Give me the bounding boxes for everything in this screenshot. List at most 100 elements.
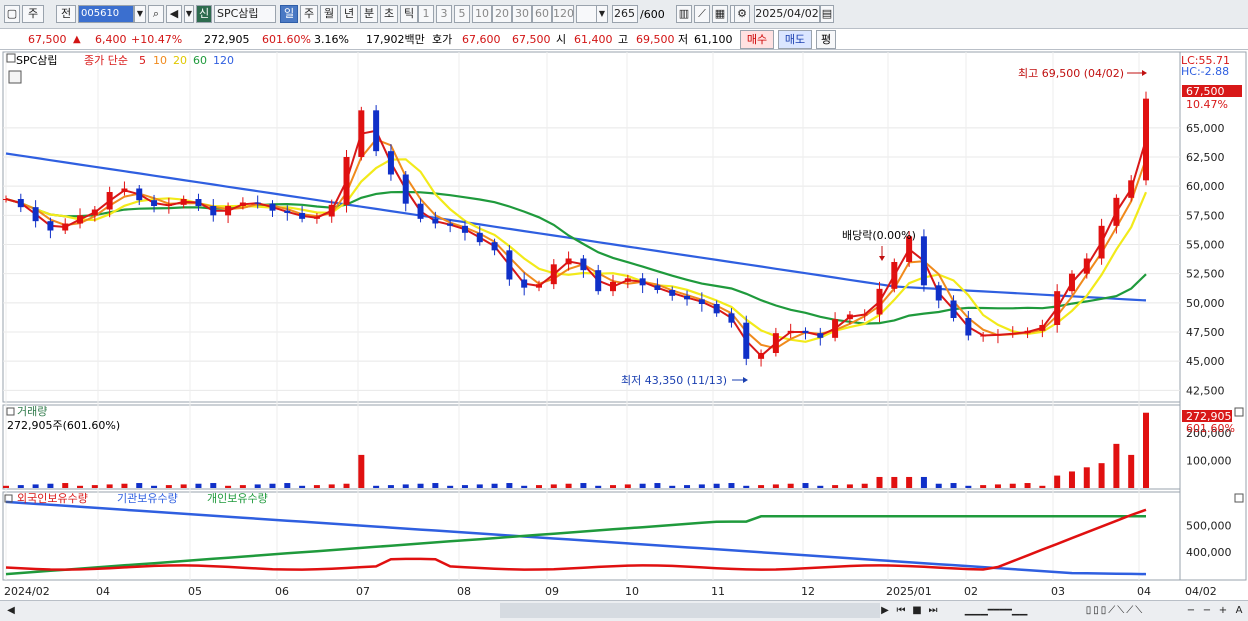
freq-week[interactable]: 주 [300,5,318,23]
num-120[interactable]: 120 [552,5,574,23]
freq-month[interactable]: 월 [320,5,338,23]
candle-icon[interactable]: ▥ [676,5,692,23]
prev-button[interactable]: 전 [56,5,76,23]
volume-bar [920,476,927,488]
freq-day[interactable]: 일 [280,5,298,23]
candle-body [713,304,720,314]
num-3[interactable]: 3 [436,5,452,23]
freq-tick[interactable]: 틱 [400,5,418,23]
first-page-icon[interactable]: ⏮ [894,603,908,618]
freq-second[interactable]: 초 [380,5,398,23]
volume-bar [343,483,350,488]
window-icon[interactable]: ▢ [4,5,20,23]
date-input[interactable]: 2025/04/02 [754,5,820,23]
speaker-dropdown-icon[interactable]: ▼ [184,5,194,23]
date-tick-label: 05 [188,585,202,598]
gear-icon[interactable]: ⚙ [734,5,750,23]
candle-body [1024,330,1031,334]
count-input[interactable]: 265 [612,5,638,23]
date-tick-label: 04 [1137,585,1151,598]
navigation-bar: ◀ ▶ ⏮ ■ ⏭ ▁▁▁━━━━▁▁ ▯▯▯⟋⟍⟋⟍ − − + A [0,600,1248,621]
volume-bar [432,483,439,488]
num-1[interactable]: 1 [418,5,434,23]
volume-bar [180,484,187,488]
tool-icons[interactable]: ▯▯▯⟋⟍⟋⟍ [1050,603,1180,618]
scroll-thumb[interactable] [500,603,880,618]
num-30[interactable]: 30 [512,5,532,23]
date-tick-label: 04/02 [1185,585,1217,598]
candle-body [994,334,1001,336]
volume-bar [225,485,232,488]
last-page-icon[interactable]: ⏭ [926,603,940,618]
grid-icon[interactable]: ▦ [712,5,728,23]
period-select[interactable]: 주 [22,5,44,23]
font-size-icon[interactable]: A [1232,603,1246,618]
search-icon[interactable]: ⌕ [148,5,164,23]
sell-button[interactable]: 매도 [778,30,812,49]
volume-bar [521,485,528,488]
scroll-left-icon[interactable]: ◀ [4,603,18,618]
freq-year[interactable]: 년 [340,5,358,23]
volume-bar [935,483,942,488]
candle-body [417,203,424,219]
candle-body [1039,325,1046,331]
avg-button[interactable]: 평 [816,30,836,49]
legend-ma120: 120 [213,54,234,67]
volume-bar [743,485,750,488]
volume-bar [506,483,513,488]
price-tick-label: 62,500 [1186,151,1225,164]
candle-body [595,270,602,292]
num-60[interactable]: 60 [532,5,552,23]
buy-button[interactable]: 매수 [740,30,774,49]
num-5[interactable]: 5 [454,5,470,23]
holdings-panel-menu-icon[interactable] [1234,493,1244,503]
count-dropdown-icon[interactable]: ▼ [596,5,608,23]
num-20[interactable]: 20 [492,5,512,23]
date-tick-label: 12 [801,585,815,598]
hc-label: HC:-2.88 [1181,65,1229,78]
volume-bar [817,485,824,488]
volume-bar [32,484,39,488]
zoom-out-icon[interactable]: − [1184,603,1198,618]
candle-body [447,223,454,226]
candle-body [535,284,542,288]
volume-bar [1128,454,1135,488]
speaker-icon[interactable]: ◀ [166,5,182,23]
zoom-slider[interactable]: ▁▁▁━━━━▁▁ [946,603,1046,618]
stock-name-field[interactable]: SPC삼립 [214,5,276,23]
freq-minute[interactable]: 분 [360,5,378,23]
chart-area[interactable]: 65,000 62,500 60,000 57,500 55,000 52,500 50,0… [0,50,1248,621]
volume-bar [876,476,883,488]
volume-panel-menu-icon[interactable] [1234,407,1244,417]
holdings-tick-label: 500,000 [1186,520,1232,533]
num-10[interactable]: 10 [472,5,492,23]
price-tick-label: 45,000 [1186,355,1225,368]
indiv-holding-label: 개인보유수량 [207,492,268,505]
minus-icon[interactable]: − [1200,603,1214,618]
volume-bar [639,483,646,488]
candle-body [432,218,439,224]
volume-bar [610,485,617,488]
candle-body [343,157,350,205]
trade-amount: 17,902백만 [366,33,425,46]
volume-bar [106,484,113,488]
candle-body [225,206,232,216]
scroll-right-icon[interactable]: ▶ [878,603,892,618]
plus-icon[interactable]: + [1216,603,1230,618]
stop-icon[interactable]: ■ [910,603,924,618]
trend-icon[interactable]: ⟋ [694,5,710,23]
table-toggle-icon[interactable] [8,70,22,84]
calendar-icon[interactable]: ▤ [820,5,834,23]
volume-bar [165,485,172,488]
volume-bar [402,484,409,488]
volume-bar [950,483,957,488]
candle-body [210,206,217,216]
candle-body [743,322,750,359]
price-tick-label: 52,500 [1186,268,1225,281]
stock-code-input[interactable]: 005610 [78,5,134,23]
date-tick-label: 04 [96,585,110,598]
candle-body [1009,333,1016,335]
chart-svg[interactable]: 65,000 62,500 60,000 57,500 55,000 52,500 50,0… [0,50,1248,600]
candle-body [846,314,853,320]
code-dropdown-icon[interactable]: ▼ [134,5,146,23]
